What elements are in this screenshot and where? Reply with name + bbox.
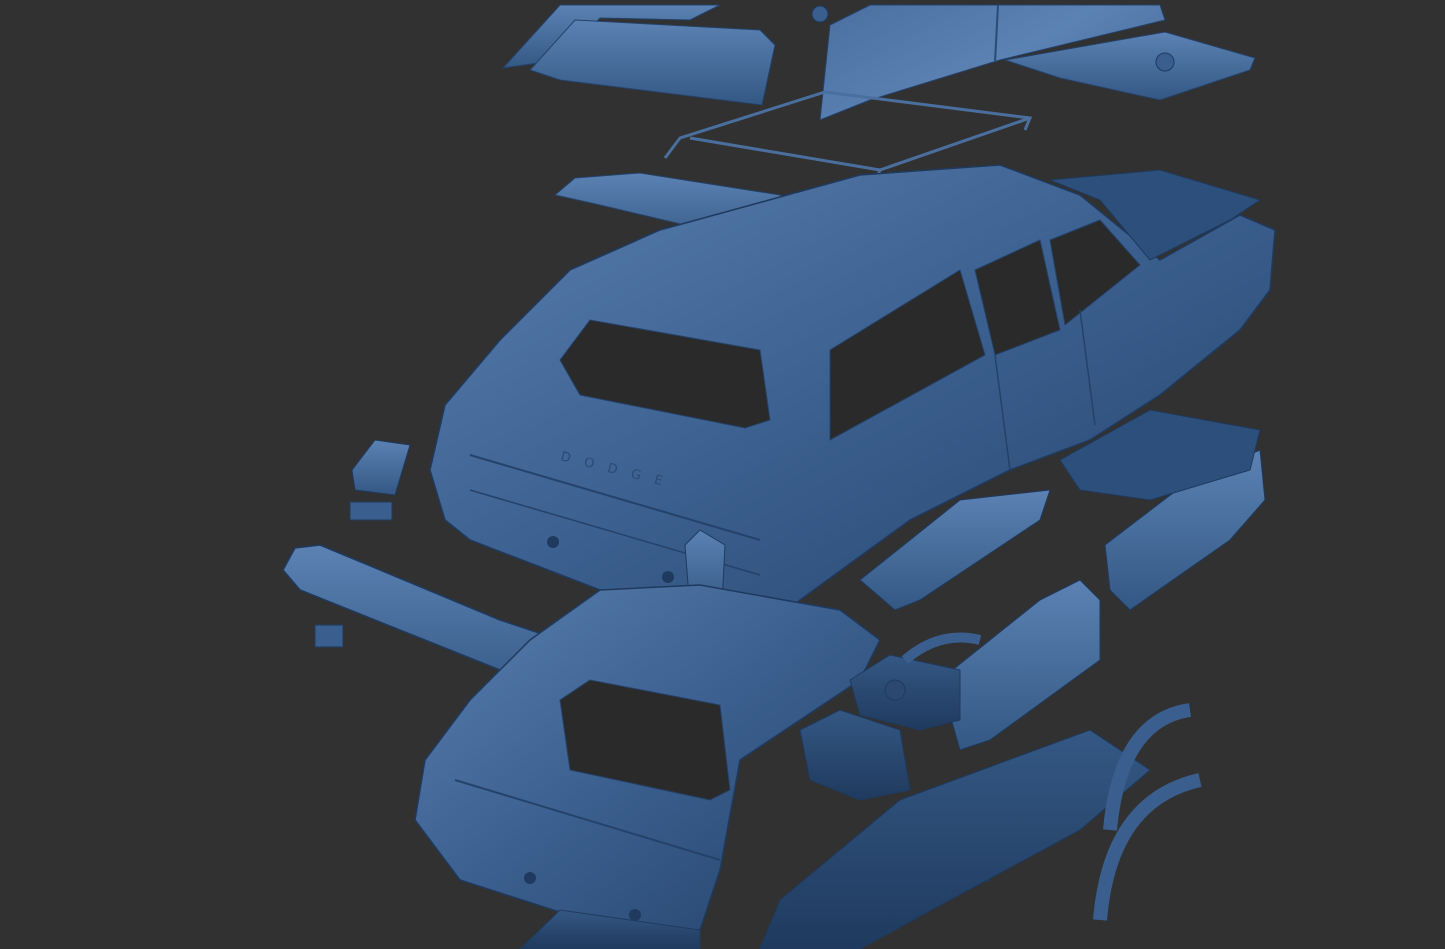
tail-light-left[interactable]: [349, 439, 411, 521]
windshield-glass-panel[interactable]: [501, 4, 776, 106]
door-panel[interactable]: [939, 449, 1266, 751]
exploded-car-model-scene[interactable]: DODGE: [0, 0, 1445, 949]
3d-viewport[interactable]: DODGE: [0, 0, 1445, 949]
